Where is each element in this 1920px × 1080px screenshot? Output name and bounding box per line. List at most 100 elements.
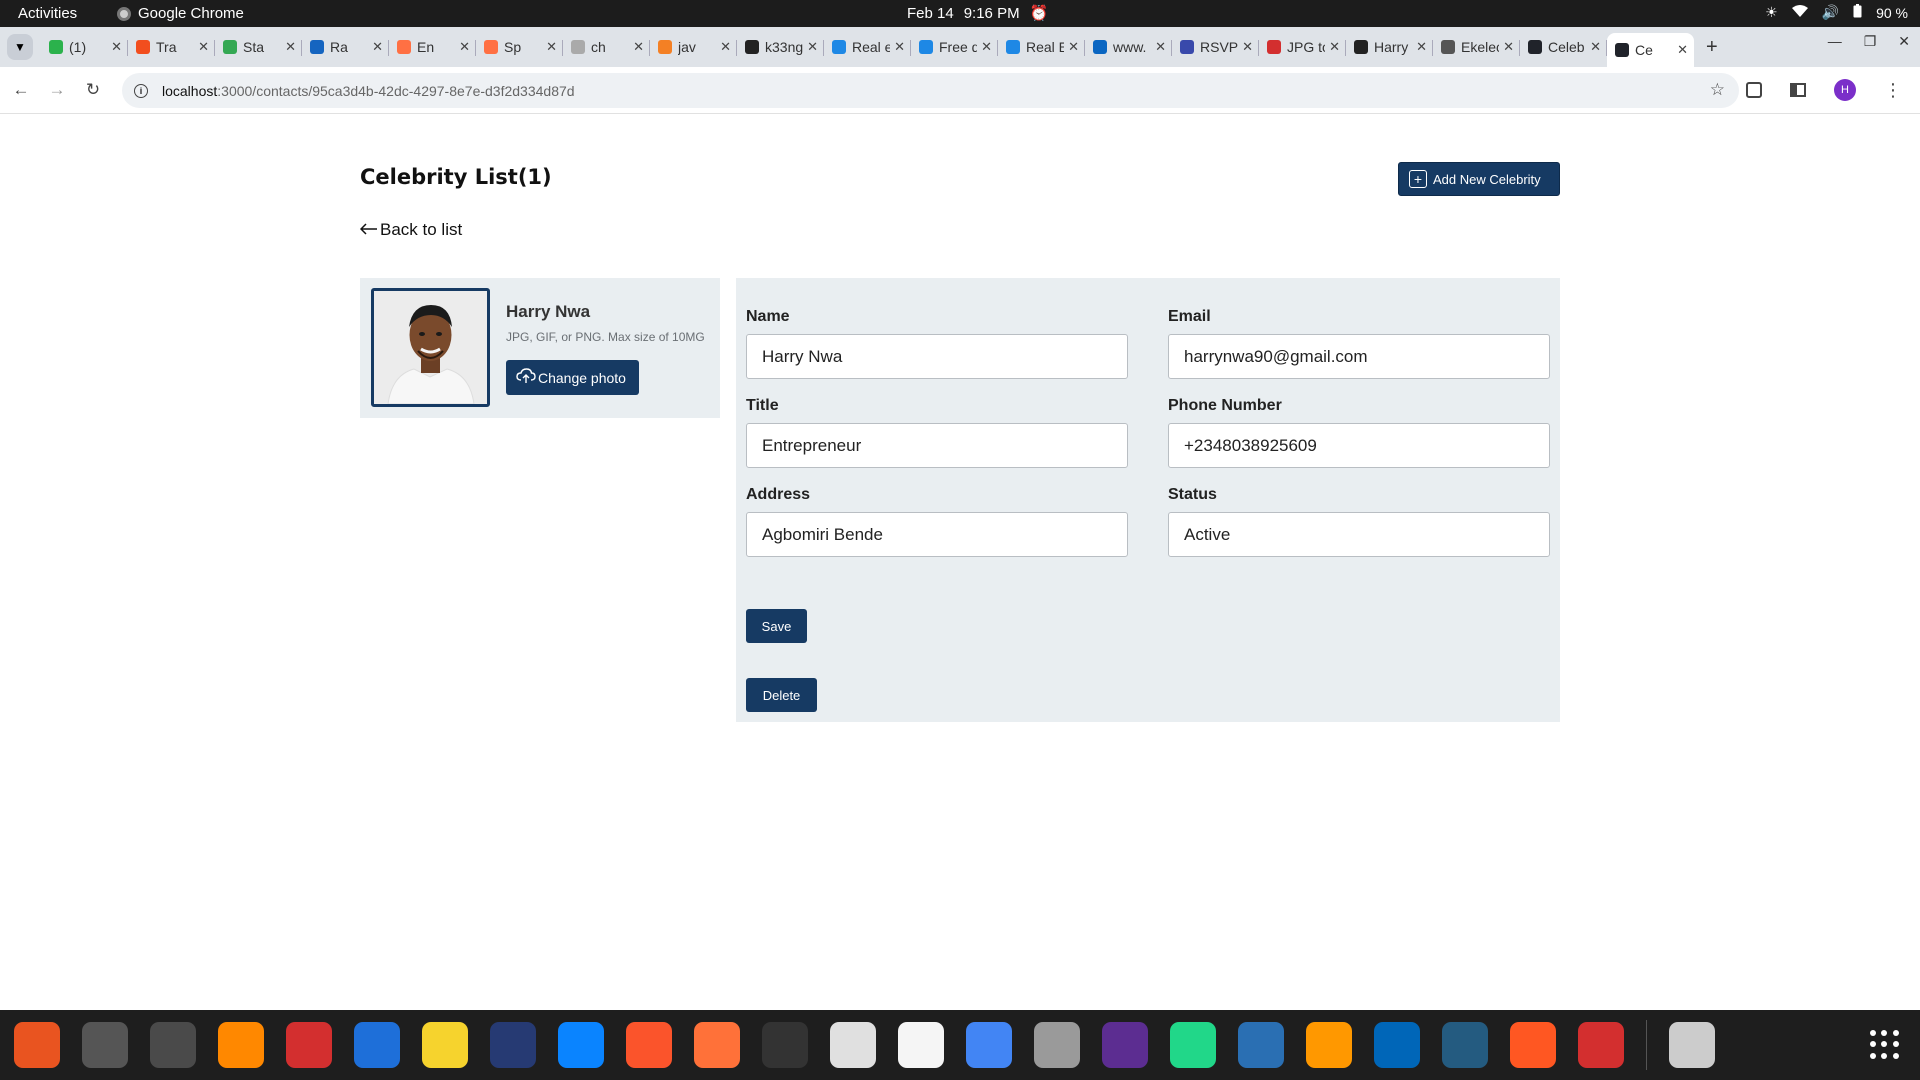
address-bar[interactable]: i localhost:3000/contacts/95ca3d4b-42dc-… bbox=[122, 73, 1739, 108]
browser-tab[interactable]: k33ng ✕ bbox=[737, 32, 824, 62]
tab-close-icon[interactable]: ✕ bbox=[1242, 39, 1253, 55]
minimize-icon[interactable]: — bbox=[1828, 33, 1842, 50]
sketch-icon[interactable] bbox=[1510, 1022, 1556, 1068]
download-icon[interactable] bbox=[1578, 1022, 1624, 1068]
brave-icon[interactable] bbox=[626, 1022, 672, 1068]
tab-close-icon[interactable]: ✕ bbox=[1068, 39, 1079, 55]
browser-tab[interactable]: ch ✕ bbox=[563, 32, 650, 62]
tab-close-icon[interactable]: ✕ bbox=[372, 39, 383, 55]
vscode-icon[interactable] bbox=[1374, 1022, 1420, 1068]
tab-favicon-icon bbox=[1006, 40, 1020, 54]
email-input[interactable]: harrynwa90@gmail.com bbox=[1168, 334, 1550, 379]
url-host: localhost bbox=[162, 82, 218, 99]
viewer-icon[interactable] bbox=[830, 1022, 876, 1068]
browser-tab[interactable]: Real e ✕ bbox=[824, 32, 911, 62]
settings-icon[interactable] bbox=[82, 1022, 128, 1068]
new-tab-button[interactable]: + bbox=[1706, 36, 1718, 59]
activities-button[interactable]: Activities bbox=[18, 5, 77, 22]
document-icon[interactable] bbox=[354, 1022, 400, 1068]
tab-close-icon[interactable]: ✕ bbox=[111, 39, 122, 55]
browser-tab[interactable]: Real E ✕ bbox=[998, 32, 1085, 62]
browser-tab[interactable]: Ra ✕ bbox=[302, 32, 389, 62]
browser-tab[interactable]: Ekelec ✕ bbox=[1433, 32, 1520, 62]
tab-active[interactable]: Ce ✕ bbox=[1607, 33, 1694, 67]
bookmark-star-icon[interactable]: ☆ bbox=[1710, 80, 1725, 100]
rhythmbox-icon[interactable] bbox=[422, 1022, 468, 1068]
save-button[interactable]: Save bbox=[746, 609, 807, 643]
person-portrait-icon bbox=[374, 291, 487, 404]
files-icon[interactable] bbox=[1034, 1022, 1080, 1068]
tab-close-icon[interactable]: ✕ bbox=[1677, 42, 1688, 58]
profile-avatar[interactable]: H bbox=[1834, 79, 1856, 101]
kebab-menu-icon[interactable]: ⋮ bbox=[1884, 80, 1902, 101]
back-to-list-link[interactable]: Back to list bbox=[359, 220, 462, 240]
tab-search-button[interactable]: ▼ bbox=[7, 34, 33, 60]
calculator-icon[interactable] bbox=[150, 1022, 196, 1068]
info-icon[interactable]: i bbox=[134, 83, 148, 98]
reload-icon[interactable]: ↻ bbox=[78, 80, 108, 100]
tab-close-icon[interactable]: ✕ bbox=[285, 39, 296, 55]
tab-close-icon[interactable]: ✕ bbox=[981, 39, 992, 55]
browser-tab[interactable]: JPG to✕ bbox=[1259, 32, 1346, 62]
intellij-icon[interactable] bbox=[1102, 1022, 1148, 1068]
restore-icon[interactable]: ❐ bbox=[1864, 33, 1877, 50]
tab-close-icon[interactable]: ✕ bbox=[459, 39, 470, 55]
address-input[interactable]: Agbomiri Bende bbox=[746, 512, 1128, 557]
browser-tab[interactable]: En ✕ bbox=[389, 32, 476, 62]
tab-list: (1) ✕ Tra ✕ Sta ✕ Ra ✕ En ✕ Sp ✕ ch ✕ jav ✕ k33ng ✕ Real e… bbox=[41, 27, 1694, 67]
firefox-icon[interactable] bbox=[694, 1022, 740, 1068]
system-tray[interactable]: ☀ 🔊 90 % bbox=[1765, 4, 1908, 21]
vlc-icon[interactable] bbox=[218, 1022, 264, 1068]
terminal-icon[interactable] bbox=[762, 1022, 808, 1068]
tab-close-icon[interactable]: ✕ bbox=[807, 39, 818, 55]
add-new-celebrity-button[interactable]: + Add New Celebrity bbox=[1398, 162, 1560, 196]
browser-tab[interactable]: www. ✕ bbox=[1085, 32, 1172, 62]
mysql-workbench-icon[interactable] bbox=[1442, 1022, 1488, 1068]
side-panel-icon[interactable] bbox=[1790, 83, 1806, 97]
change-photo-label: Change photo bbox=[538, 369, 626, 386]
show-apps-grid-icon[interactable] bbox=[1870, 1030, 1900, 1060]
tab-close-icon[interactable]: ✕ bbox=[546, 39, 557, 55]
draw-icon[interactable] bbox=[1306, 1022, 1352, 1068]
browser-tab[interactable]: Tra ✕ bbox=[128, 32, 215, 62]
browser-tab[interactable]: RSVP ✕ bbox=[1172, 32, 1259, 62]
tab-close-icon[interactable]: ✕ bbox=[894, 39, 905, 55]
tab-close-icon[interactable]: ✕ bbox=[1503, 39, 1514, 55]
pycharm-icon[interactable] bbox=[1170, 1022, 1216, 1068]
delete-button[interactable]: Delete bbox=[746, 678, 817, 712]
phone-input[interactable]: +2348038925609 bbox=[1168, 423, 1550, 468]
wps-icon[interactable] bbox=[286, 1022, 332, 1068]
browser-tab[interactable]: jav ✕ bbox=[650, 32, 737, 62]
tab-close-icon[interactable]: ✕ bbox=[1590, 39, 1601, 55]
clock[interactable]: Feb 14 9:16 PM ⏰ bbox=[907, 4, 1048, 23]
browser-tab[interactable]: Sp ✕ bbox=[476, 32, 563, 62]
photo-format-hint: JPG, GIF, or PNG. Max size of 10MG bbox=[506, 330, 705, 344]
app-center-icon[interactable] bbox=[14, 1022, 60, 1068]
status-input[interactable]: Active bbox=[1168, 512, 1550, 557]
text-editor-icon[interactable] bbox=[898, 1022, 944, 1068]
extensions-icon[interactable] bbox=[1746, 82, 1762, 98]
trash-icon[interactable] bbox=[1669, 1022, 1715, 1068]
chrome-icon[interactable] bbox=[966, 1022, 1012, 1068]
close-icon[interactable]: ✕ bbox=[1898, 33, 1910, 50]
browser-tab[interactable]: Sta ✕ bbox=[215, 32, 302, 62]
mail-icon[interactable] bbox=[490, 1022, 536, 1068]
app-menu[interactable]: Google Chrome bbox=[117, 5, 244, 22]
browser-tab[interactable]: (1) ✕ bbox=[41, 32, 128, 62]
browser-tab[interactable]: Celeb ✕ bbox=[1520, 32, 1607, 62]
browser-tab[interactable]: Harry ✕ bbox=[1346, 32, 1433, 62]
thunderbird-icon[interactable] bbox=[558, 1022, 604, 1068]
tab-close-icon[interactable]: ✕ bbox=[720, 39, 731, 55]
tab-close-icon[interactable]: ✕ bbox=[1155, 39, 1166, 55]
browser-tab[interactable]: Free d ✕ bbox=[911, 32, 998, 62]
tab-close-icon[interactable]: ✕ bbox=[1329, 39, 1340, 55]
forward-arrow-icon[interactable]: → bbox=[42, 80, 72, 100]
dictionary-icon[interactable] bbox=[1238, 1022, 1284, 1068]
title-input[interactable]: Entrepreneur bbox=[746, 423, 1128, 468]
tab-close-icon[interactable]: ✕ bbox=[198, 39, 209, 55]
name-input[interactable]: Harry Nwa bbox=[746, 334, 1128, 379]
change-photo-button[interactable]: Change photo bbox=[506, 360, 639, 395]
tab-close-icon[interactable]: ✕ bbox=[633, 39, 644, 55]
back-arrow-icon[interactable]: ← bbox=[6, 80, 36, 100]
tab-close-icon[interactable]: ✕ bbox=[1416, 39, 1427, 55]
